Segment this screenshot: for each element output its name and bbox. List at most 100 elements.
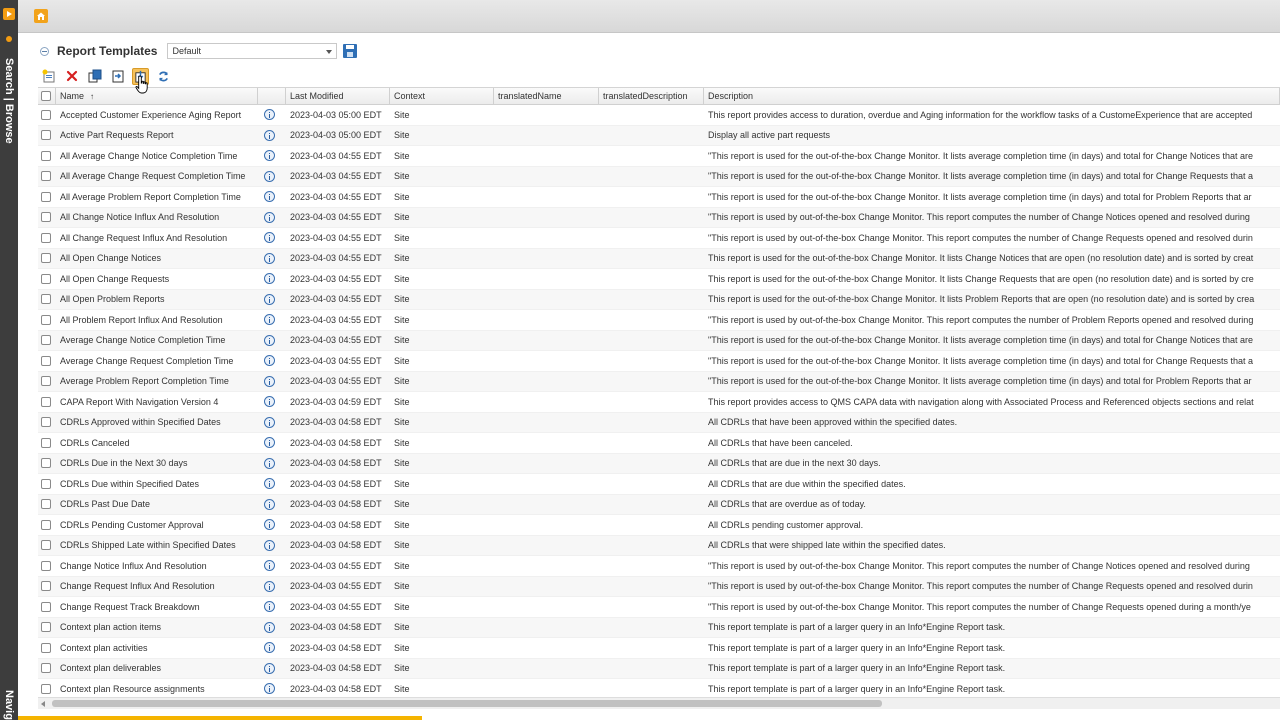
report-name[interactable]: Average Change Request Completion Time <box>56 356 258 366</box>
info-icon[interactable] <box>258 396 286 408</box>
table-row[interactable]: Change Request Influx And Resolution 2023… <box>38 576 1280 597</box>
row-checkbox[interactable] <box>38 150 56 161</box>
info-icon[interactable] <box>258 498 286 510</box>
export-button[interactable] <box>109 68 126 85</box>
context-link[interactable]: Site <box>390 622 494 632</box>
report-name[interactable]: All Problem Report Influx And Resolution <box>56 315 258 325</box>
info-icon[interactable] <box>258 129 286 141</box>
table-row[interactable]: CDRLs Pending Customer Approval 2023-04-0… <box>38 515 1280 536</box>
row-checkbox[interactable] <box>38 396 56 407</box>
row-checkbox[interactable] <box>38 130 56 141</box>
row-checkbox[interactable] <box>38 663 56 674</box>
context-link[interactable]: Site <box>390 253 494 263</box>
info-icon[interactable] <box>258 580 286 592</box>
table-row[interactable]: All Problem Report Influx And Resolution… <box>38 310 1280 331</box>
info-icon[interactable] <box>258 683 286 695</box>
info-icon[interactable] <box>258 334 286 346</box>
table-row[interactable]: All Open Problem Reports 2023-04-03 04:55… <box>38 289 1280 310</box>
table-row[interactable]: CDRLs Canceled 2023-04-03 04:58 EDT Site Al… <box>38 433 1280 454</box>
info-icon[interactable] <box>258 539 286 551</box>
context-link[interactable]: Site <box>390 458 494 468</box>
table-row[interactable]: CDRLs Approved within Specified Dates 202… <box>38 412 1280 433</box>
info-icon[interactable] <box>258 293 286 305</box>
app-logo-icon[interactable] <box>3 8 15 20</box>
pin-icon[interactable] <box>6 36 12 42</box>
row-checkbox[interactable] <box>38 519 56 530</box>
info-icon[interactable] <box>258 170 286 182</box>
new-report-template-button[interactable] <box>40 68 57 85</box>
context-link[interactable]: Site <box>390 479 494 489</box>
report-name[interactable]: CDRLs Approved within Specified Dates <box>56 417 258 427</box>
report-name[interactable]: Accepted Customer Experience Aging Repor… <box>56 110 258 120</box>
context-link[interactable]: Site <box>390 581 494 591</box>
report-name[interactable]: Context plan action items <box>56 622 258 632</box>
report-name[interactable]: Change Notice Influx And Resolution <box>56 561 258 571</box>
context-link[interactable]: Site <box>390 274 494 284</box>
row-checkbox[interactable] <box>38 171 56 182</box>
info-icon[interactable] <box>258 601 286 613</box>
table-row[interactable]: All Open Change Requests 2023-04-03 04:55… <box>38 269 1280 290</box>
sort-ascending-icon[interactable]: ↑ <box>90 92 94 101</box>
report-name[interactable]: CDRLs Due in the Next 30 days <box>56 458 258 468</box>
row-checkbox[interactable] <box>38 622 56 633</box>
table-row[interactable]: Context plan action items 2023-04-03 04:5… <box>38 617 1280 638</box>
report-name[interactable]: CDRLs Due within Specified Dates <box>56 479 258 489</box>
table-row[interactable]: All Average Problem Report Completion Ti… <box>38 187 1280 208</box>
report-name[interactable]: CDRLs Shipped Late within Specified Date… <box>56 540 258 550</box>
report-name[interactable]: All Average Change Notice Completion Tim… <box>56 151 258 161</box>
info-icon[interactable] <box>258 519 286 531</box>
row-checkbox[interactable] <box>38 191 56 202</box>
info-icon[interactable] <box>258 437 286 449</box>
table-row[interactable]: Average Change Request Completion Time 20… <box>38 351 1280 372</box>
table-row[interactable]: Change Notice Influx And Resolution 2023-… <box>38 556 1280 577</box>
table-row[interactable]: All Open Change Notices 2023-04-03 04:55 … <box>38 248 1280 269</box>
context-link[interactable]: Site <box>390 130 494 140</box>
info-icon[interactable] <box>258 457 286 469</box>
column-header-context[interactable]: Context <box>390 88 494 104</box>
row-checkbox[interactable] <box>38 314 56 325</box>
report-name[interactable]: All Average Change Request Completion Ti… <box>56 171 258 181</box>
report-name[interactable]: All Change Notice Influx And Resolution <box>56 212 258 222</box>
row-checkbox[interactable] <box>38 253 56 264</box>
context-link[interactable]: Site <box>390 212 494 222</box>
context-link[interactable]: Site <box>390 294 494 304</box>
report-name[interactable]: Context plan Resource assignments <box>56 684 258 694</box>
report-name[interactable]: Average Problem Report Completion Time <box>56 376 258 386</box>
row-checkbox[interactable] <box>38 437 56 448</box>
context-link[interactable]: Site <box>390 110 494 120</box>
row-checkbox[interactable] <box>38 458 56 469</box>
info-icon[interactable] <box>258 375 286 387</box>
table-row[interactable]: Context plan deliverables 2023-04-03 04:5… <box>38 658 1280 679</box>
context-link[interactable]: Site <box>390 438 494 448</box>
table-row[interactable]: Context plan activities 2023-04-03 04:58 … <box>38 638 1280 659</box>
context-link[interactable]: Site <box>390 151 494 161</box>
table-row[interactable]: Context plan Resource assignments 2023-04… <box>38 679 1280 697</box>
context-link[interactable]: Site <box>390 499 494 509</box>
row-checkbox[interactable] <box>38 212 56 223</box>
report-name[interactable]: CDRLs Canceled <box>56 438 258 448</box>
refresh-button[interactable] <box>155 68 172 85</box>
info-icon[interactable] <box>258 109 286 121</box>
scroll-left-icon[interactable] <box>41 701 45 707</box>
report-name[interactable]: Average Change Notice Completion Time <box>56 335 258 345</box>
report-name[interactable]: All Open Problem Reports <box>56 294 258 304</box>
row-checkbox[interactable] <box>38 683 56 694</box>
table-row[interactable]: All Change Request Influx And Resolution… <box>38 228 1280 249</box>
column-header-name[interactable]: Name ↑ <box>56 88 258 104</box>
column-header-description[interactable]: Description <box>704 88 1280 104</box>
context-link[interactable]: Site <box>390 520 494 530</box>
table-row[interactable]: CDRLs Shipped Late within Specified Date… <box>38 535 1280 556</box>
context-link[interactable]: Site <box>390 397 494 407</box>
report-name[interactable]: Change Request Track Breakdown <box>56 602 258 612</box>
table-row[interactable]: Accepted Customer Experience Aging Repor… <box>38 105 1280 126</box>
row-checkbox[interactable] <box>38 642 56 653</box>
context-link[interactable]: Site <box>390 356 494 366</box>
info-icon[interactable] <box>258 191 286 203</box>
delete-button[interactable] <box>63 68 80 85</box>
report-name[interactable]: All Average Problem Report Completion Ti… <box>56 192 258 202</box>
row-checkbox[interactable] <box>38 109 56 120</box>
info-icon[interactable] <box>258 150 286 162</box>
context-link[interactable]: Site <box>390 663 494 673</box>
context-link[interactable]: Site <box>390 315 494 325</box>
context-link[interactable]: Site <box>390 171 494 181</box>
